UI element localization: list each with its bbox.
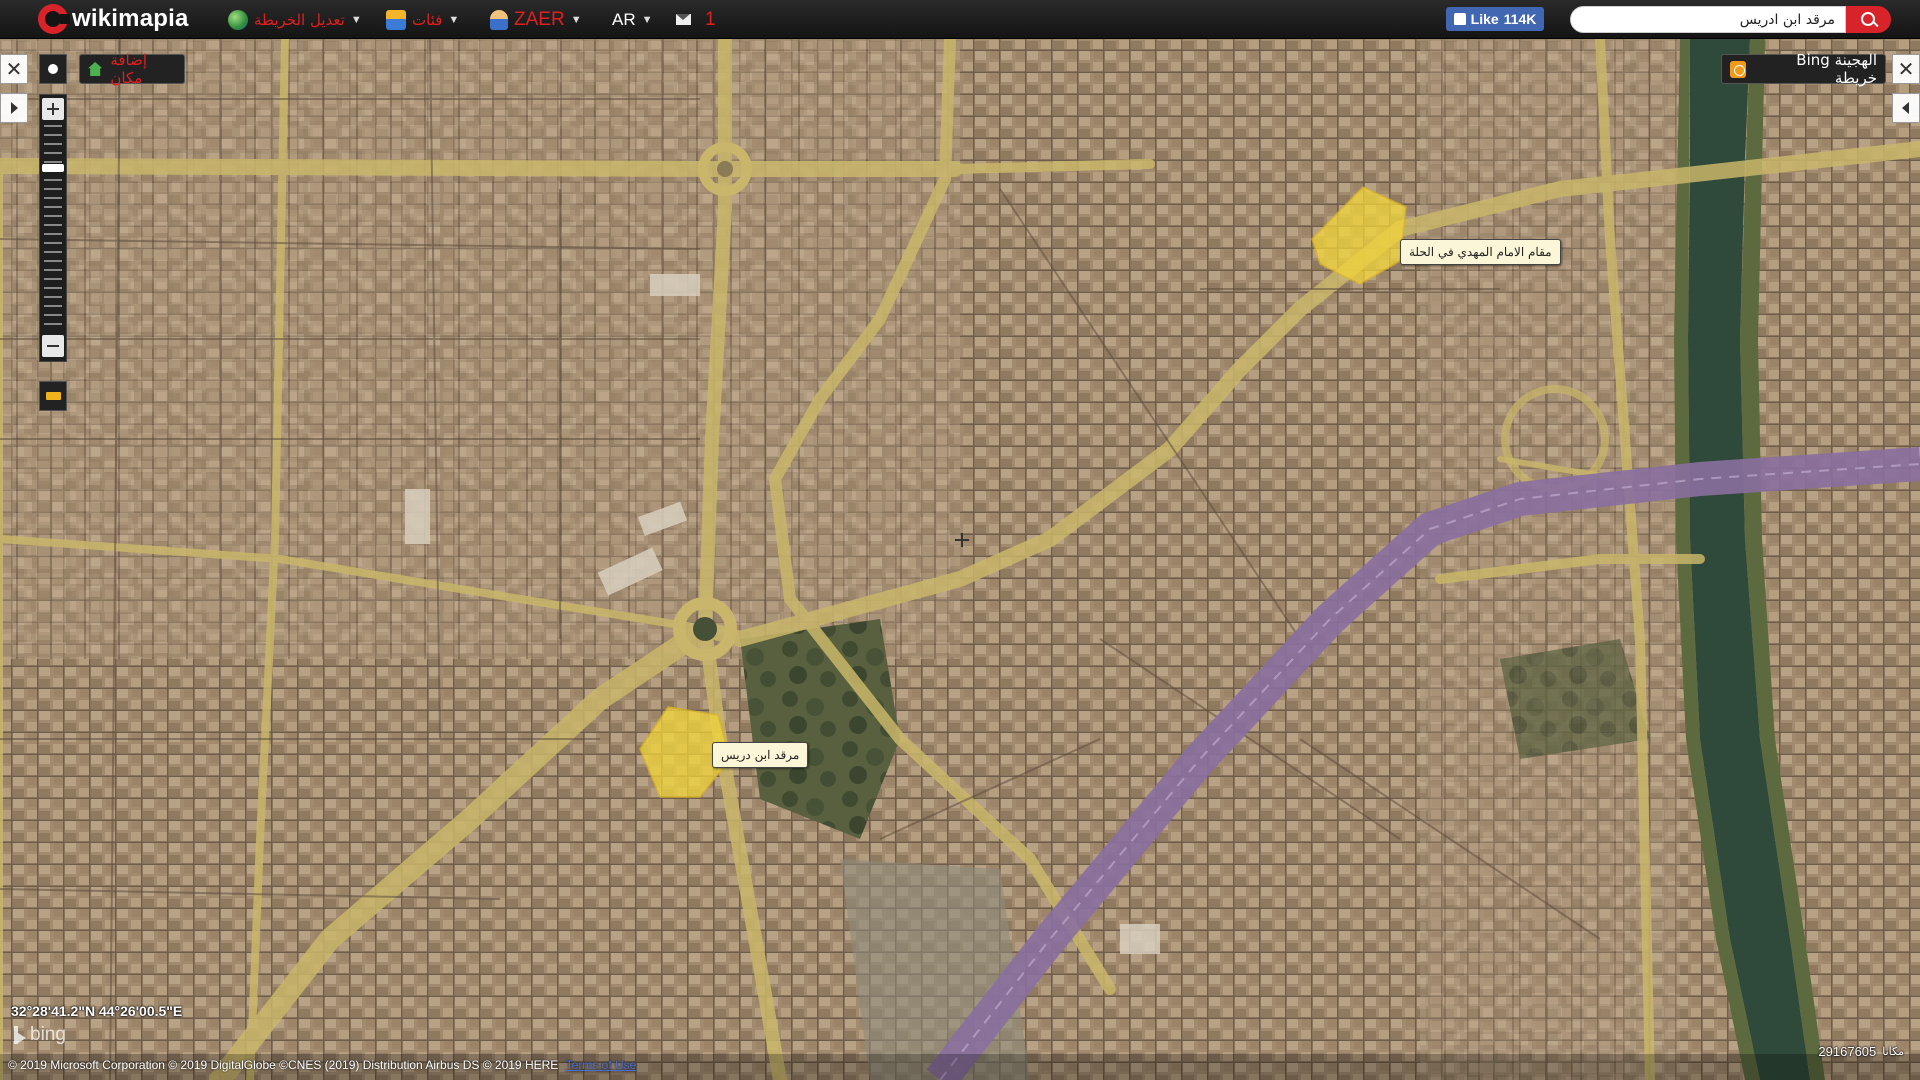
wikimapia-logo[interactable]: wikimapia [38, 4, 189, 34]
messages-count: 1 [705, 8, 716, 30]
zoom-slider-track[interactable] [44, 125, 62, 330]
copyright-text: © 2019 Microsoft Corporation © 2019 Digi… [8, 1058, 559, 1072]
search-input[interactable] [1570, 6, 1846, 33]
search-button[interactable] [1846, 6, 1891, 33]
language-menu[interactable]: AR ▼ [612, 6, 653, 33]
top-bar: wikimapia تعديل الخريطة ▼ فئات ▼ ZAER ▼ … [0, 0, 1920, 39]
chevron-down-icon: ▼ [448, 13, 460, 26]
mail-icon [676, 14, 691, 25]
satellite-imagery [0, 39, 1920, 1080]
zoom-slider-handle[interactable] [42, 164, 64, 173]
expand-right-panel-button[interactable] [1892, 93, 1920, 123]
zoom-in-button[interactable] [42, 98, 64, 120]
place-count: 29167605 [1818, 1044, 1877, 1059]
chevron-down-icon: ▼ [570, 13, 582, 26]
fb-like-count: 114K [1503, 11, 1537, 27]
bing-logo: bing [14, 1024, 66, 1046]
crosshair-cursor-icon [955, 533, 969, 547]
place-count-label: مكانا [1882, 1045, 1904, 1058]
user-label: ZAER [514, 8, 565, 30]
bing-icon [14, 1026, 26, 1044]
map-layer-button[interactable]: الهجينة Bing خريطة [1721, 51, 1886, 87]
place-label-ibn-idris[interactable]: مرقد ابن دريس [712, 742, 809, 768]
wikimapia-logo-icon [38, 4, 70, 34]
edit-map-label: تعديل الخريطة [254, 10, 345, 29]
categories-icon [386, 9, 406, 30]
categories-menu[interactable]: فئات ▼ [386, 6, 459, 33]
zoom-out-button[interactable] [42, 335, 64, 357]
chevron-down-icon: ▼ [641, 13, 653, 26]
user-icon [490, 9, 508, 30]
place-label-imam-mahdi[interactable]: مقام الامام المهدي في الحلة [1400, 239, 1561, 265]
coordinates-readout: 32°28'41.2"N 44°26'00.5"E [11, 1003, 183, 1019]
bing-label: bing [30, 1024, 66, 1045]
messages-button[interactable]: 1 [676, 6, 716, 33]
terms-of-use-link[interactable]: Terms of Use [566, 1058, 637, 1072]
add-home-icon [88, 62, 103, 76]
chevron-down-icon: ▼ [350, 13, 362, 26]
copyright-bar: © 2019 Microsoft Corporation © 2019 Digi… [0, 1054, 1920, 1080]
place-counter: 29167605 مكانا [1818, 1044, 1904, 1059]
map-canvas[interactable]: ✕ إضافة مكان الهجينة Bing خريطة ✕ مقام ا… [0, 39, 1920, 1080]
search-box [1570, 6, 1891, 33]
close-right-panel-button[interactable]: ✕ [1892, 54, 1920, 84]
ruler-button[interactable] [39, 381, 67, 411]
add-place-label: إضافة مكان [110, 51, 148, 87]
globe-icon [228, 9, 248, 30]
thumbs-up-icon [1453, 13, 1466, 25]
layer-icon [1730, 60, 1747, 78]
close-left-panel-button[interactable]: ✕ [0, 54, 28, 84]
categories-label: فئات [412, 10, 443, 29]
logo-text: wikimapia [72, 5, 189, 32]
add-place-button[interactable]: إضافة مكان [79, 51, 185, 87]
expand-left-panel-button[interactable] [0, 93, 28, 123]
edit-map-menu[interactable]: تعديل الخريطة ▼ [228, 6, 362, 33]
user-menu[interactable]: ZAER ▼ [490, 6, 582, 33]
location-button[interactable] [39, 54, 67, 84]
zoom-control [39, 94, 67, 362]
map-layer-label: الهجينة Bing خريطة [1796, 51, 1877, 87]
facebook-like-button[interactable]: Like 114K [1446, 7, 1544, 31]
fb-like-label: Like [1470, 11, 1499, 27]
language-label: AR [612, 9, 636, 29]
